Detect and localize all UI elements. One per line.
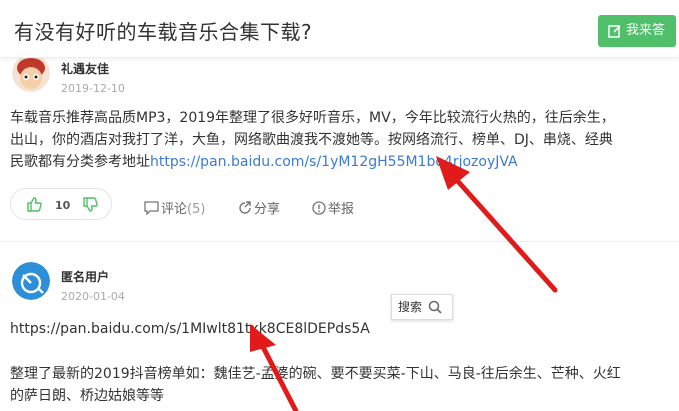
- answer-date: 2020-01-04: [61, 290, 125, 303]
- vote-count: 10: [55, 199, 71, 212]
- report-icon: [312, 201, 326, 215]
- red-arrow-1: [436, 156, 558, 293]
- search-tooltip[interactable]: 搜索: [391, 294, 453, 320]
- share-link[interactable]: https://pan.baidu.com/s/1yM12gH55M1bo4rj…: [150, 154, 518, 170]
- avatar: [12, 262, 50, 300]
- answer-button[interactable]: 我来答: [598, 15, 676, 47]
- comment-icon: [144, 201, 159, 216]
- answer-date: 2019-12-10: [61, 82, 125, 95]
- answer-text: 整理了最新的2019抖音榜单如：魏佳艺-孟婆的碗、要不要买菜-下山、马良-往后余…: [10, 366, 621, 404]
- author-name[interactable]: 礼遇友佳: [61, 60, 109, 77]
- share-icon: [239, 201, 251, 214]
- share-link[interactable]: https://pan.baidu.com/s/1MIwlt81txk8CE8l…: [10, 321, 370, 337]
- answer-button-label: 我来答: [626, 23, 666, 38]
- answer-link-line: https://pan.baidu.com/s/1MIwlt81txk8CE8l…: [10, 318, 570, 340]
- divider: [0, 241, 679, 242]
- comment-button[interactable]: 评论(5): [144, 198, 205, 217]
- share-button[interactable]: 分享: [238, 198, 280, 217]
- thumbs-down-icon[interactable]: [83, 197, 98, 216]
- report-button[interactable]: 举报: [312, 198, 354, 217]
- edit-icon: [608, 24, 622, 38]
- search-icon: [428, 300, 442, 314]
- avatar: [12, 54, 50, 92]
- thumbs-up-icon[interactable]: [27, 197, 42, 216]
- vote-box: 10: [10, 188, 112, 220]
- page-title: 有没有好听的车载音乐合集下载?: [14, 20, 313, 44]
- answer-text: 车载音乐推荐高品质MP3，2019年整理了很多好听音乐，MV，今年比较流行火热的…: [10, 110, 615, 170]
- author-name: 匿名用户: [61, 270, 110, 284]
- page-header: 有没有好听的车载音乐合集下载? 我来答: [0, 0, 679, 58]
